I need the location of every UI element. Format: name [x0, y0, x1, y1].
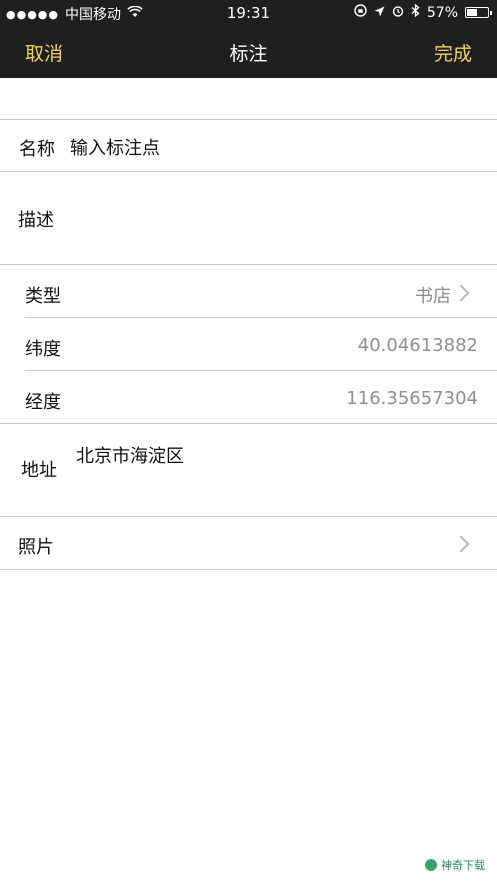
- battery-icon: [465, 7, 492, 18]
- rotation-lock-icon: [354, 4, 367, 21]
- address-input[interactable]: 北京市海淀区: [76, 442, 184, 468]
- longitude-label: 经度: [25, 392, 61, 413]
- photo-label: 照片: [18, 537, 54, 558]
- description-input[interactable]: [70, 178, 490, 258]
- status-bar: ●●●●● 中国移动 19:31 57%: [0, 0, 497, 26]
- nav-bar: 取消 标注 完成: [0, 26, 497, 78]
- type-row[interactable]: 书店: [0, 265, 497, 317]
- watermark-logo-icon: [425, 859, 437, 871]
- latitude-value: 40.04613882: [357, 335, 478, 356]
- page-title: 标注: [229, 43, 268, 65]
- photo-row[interactable]: 照片: [0, 517, 497, 569]
- bluetooth-icon: [411, 3, 420, 21]
- type-value: 书店: [415, 286, 451, 307]
- latitude-label: 纬度: [25, 339, 61, 360]
- location-icon: [374, 5, 385, 21]
- divider: [0, 569, 497, 570]
- divider: [25, 370, 497, 371]
- address-label: 地址: [21, 460, 57, 481]
- alarm-icon: [392, 5, 404, 21]
- done-button[interactable]: 完成: [434, 39, 472, 66]
- divider: [25, 317, 497, 318]
- chevron-right-icon: [452, 535, 470, 553]
- name-label: 名称: [19, 139, 55, 160]
- watermark-text: 神奇下载: [441, 859, 485, 872]
- divider: [0, 119, 497, 120]
- divider: [0, 171, 497, 172]
- divider: [0, 423, 497, 424]
- chevron-right-icon: [452, 284, 470, 302]
- longitude-value: 116.35657304: [346, 388, 478, 409]
- name-input[interactable]: 输入标注点: [70, 134, 160, 160]
- description-label: 描述: [18, 210, 54, 231]
- status-right: 57%: [354, 3, 492, 21]
- battery-percent: 57%: [426, 4, 458, 21]
- watermark: 神奇下载: [425, 857, 485, 873]
